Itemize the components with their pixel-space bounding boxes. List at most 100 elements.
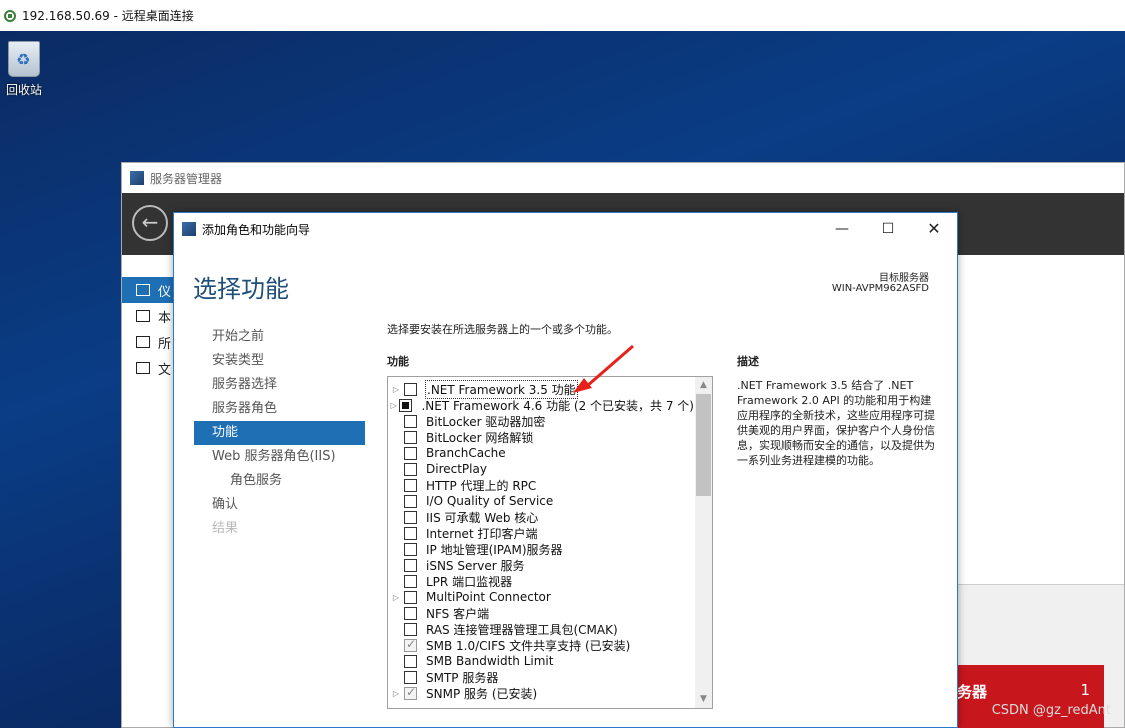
features-list[interactable]: ▷ SNMP 服务 (已安装)SMTP 服务器 SMB Bandwidth Limi… [387, 376, 713, 709]
target-server-label: 目标服务器 [879, 273, 929, 284]
feature-checkbox[interactable] [404, 637, 417, 652]
feature-label: .NET Framework 3.5 功能 [425, 379, 578, 399]
recycle-bin[interactable]: 回收站 [0, 39, 48, 98]
nav-item-local-server[interactable]: 本 [122, 303, 174, 329]
feature-row[interactable]: I/O Quality of Service [388, 493, 694, 509]
close-button[interactable]: ✕ [911, 213, 957, 245]
back-arrow-icon[interactable]: ← [132, 205, 168, 241]
maximize-button[interactable]: ☐ [865, 213, 911, 245]
feature-checkbox[interactable] [404, 478, 417, 492]
feature-row[interactable]: BitLocker 驱动器加密 [388, 413, 694, 429]
feature-row[interactable]: BranchCache [388, 445, 694, 461]
wizard-step[interactable]: 安装类型 [194, 349, 365, 373]
feature-row[interactable]: iSNS Server 服务 [388, 557, 694, 573]
feature-row[interactable]: ▷ SNMP 服务 (已安装) [388, 685, 694, 701]
feature-row[interactable]: BitLocker 网络解锁 [388, 429, 694, 445]
feature-row[interactable]: NFS 客户端 [388, 605, 694, 621]
feature-checkbox[interactable] [404, 590, 417, 604]
feature-row[interactable]: RAS 连接管理器管理工具包(CMAK) [388, 621, 694, 637]
expand-arrow-icon[interactable]: ▷ [388, 689, 404, 698]
remote-desktop-icon [4, 9, 16, 22]
features-scrollbar[interactable]: ▲ ▼ [695, 377, 712, 708]
feature-checkbox[interactable] [404, 446, 417, 460]
feature-label: BitLocker 网络解锁 [426, 430, 534, 445]
wizard-step[interactable]: Web 服务器角色(IIS) [194, 445, 365, 469]
feature-label: Internet 打印客户端 [426, 526, 538, 541]
feature-checkbox[interactable] [404, 670, 417, 684]
wizard-step[interactable]: 服务器角色 [194, 397, 365, 421]
feature-label: BitLocker 驱动器加密 [426, 414, 546, 429]
description-heading: 描述 [737, 355, 759, 368]
description-text: .NET Framework 3.5 结合了 .NET Framework 2.… [737, 379, 935, 467]
wizard-step[interactable]: 开始之前 [194, 325, 365, 349]
feature-checkbox[interactable] [404, 685, 417, 700]
dashboard-panel [958, 255, 1124, 585]
wizard-header: 选择功能 目标服务器 WIN-AVPM962ASFD [174, 245, 957, 305]
feature-row[interactable]: ▷ .NET Framework 4.6 功能 (2 个已安装，共 7 个) [388, 397, 694, 413]
feature-checkbox[interactable] [404, 558, 417, 572]
feature-checkbox[interactable] [404, 414, 417, 428]
feature-row[interactable]: Internet 打印客户端 [388, 525, 694, 541]
page-title: 选择功能 [193, 275, 289, 303]
feature-label: SMB 1.0/CIFS 文件共享支持 (已安装) [426, 638, 631, 653]
feature-row[interactable]: IP 地址管理(IPAM)服务器 [388, 541, 694, 557]
nav-item-dashboard[interactable]: 仪 [122, 277, 174, 303]
nav-item-all-servers[interactable]: 所 [122, 329, 174, 355]
feature-label: SMTP 服务器 [426, 670, 499, 685]
feature-row[interactable]: HTTP 代理上的 RPC [388, 477, 694, 493]
feature-checkbox[interactable] [404, 510, 417, 524]
servers-tile[interactable]: 务器 1 [957, 665, 1104, 728]
rdp-title-bar: 192.168.50.69 - 远程桌面连接 [0, 0, 1125, 31]
features-heading: 功能 [387, 355, 409, 368]
feature-label: IIS 可承载 Web 核心 [426, 510, 539, 525]
wizard-step[interactable]: 确认 [194, 493, 365, 517]
feature-checkbox[interactable] [404, 462, 417, 476]
feature-checkbox[interactable] [404, 526, 417, 540]
feature-checkbox[interactable] [404, 382, 417, 396]
feature-checkbox[interactable] [404, 542, 417, 556]
recycle-bin-label: 回收站 [5, 83, 42, 97]
feature-label: HTTP 代理上的 RPC [426, 478, 537, 493]
feature-checkbox[interactable] [399, 398, 413, 412]
minimize-button[interactable]: — [819, 213, 865, 245]
expand-arrow-icon[interactable]: ▷ [388, 593, 404, 602]
feature-label: iSNS Server 服务 [426, 558, 525, 573]
server-manager-icon [130, 171, 144, 185]
scroll-up-icon[interactable]: ▲ [695, 377, 712, 394]
servers-tile-label: 务器 [957, 683, 988, 701]
rdp-title: 192.168.50.69 - 远程桌面连接 [22, 9, 194, 23]
feature-row[interactable]: LPR 端口监视器 [388, 573, 694, 589]
wizard-step[interactable]: 功能 [194, 421, 365, 445]
feature-row[interactable]: ▷ MultiPoint Connector [388, 589, 694, 605]
feature-row[interactable]: SMTP 服务器 [388, 669, 694, 685]
feature-checkbox[interactable] [404, 494, 417, 508]
wizard-step: 结果 [212, 521, 239, 536]
wizard-icon [182, 222, 196, 236]
feature-checkbox[interactable] [404, 606, 417, 620]
feature-label: NFS 客户端 [426, 606, 490, 621]
expand-arrow-icon[interactable]: ▷ [388, 385, 404, 394]
feature-label: SMB Bandwidth Limit [426, 654, 554, 668]
feature-row[interactable]: SMB 1.0/CIFS 文件共享支持 (已安装) [388, 637, 694, 653]
feature-row[interactable]: DirectPlay [388, 461, 694, 477]
feature-row[interactable]: SMB Bandwidth Limit [388, 653, 694, 669]
scroll-down-icon[interactable]: ▼ [695, 691, 712, 708]
feature-label: BranchCache [426, 446, 506, 460]
feature-row[interactable]: IIS 可承载 Web 核心 [388, 509, 694, 525]
scroll-thumb[interactable] [696, 394, 711, 496]
feature-checkbox[interactable] [404, 430, 417, 444]
server-manager-nav: 仪 本 所 文 [122, 255, 174, 727]
nav-item-file-services[interactable]: 文 [122, 355, 174, 381]
feature-checkbox[interactable] [404, 622, 417, 636]
dashboard-icon [136, 284, 150, 296]
feature-row[interactable]: ▷ .NET Framework 3.5 功能 [388, 379, 694, 399]
add-roles-features-wizard: 添加角色和功能向导 — ☐ ✕ 选择功能 目标服务器 WIN-AVPM962AS… [173, 212, 958, 728]
wizard-step[interactable]: 服务器选择 [194, 373, 365, 397]
recycle-bin-icon [8, 41, 40, 77]
feature-checkbox[interactable] [404, 654, 417, 668]
feature-checkbox[interactable] [404, 574, 417, 588]
feature-label: LPR 端口监视器 [426, 574, 513, 589]
expand-arrow-icon[interactable]: ▷ [388, 401, 399, 410]
wizard-step[interactable]: 角色服务 [194, 469, 365, 493]
server-manager-titlebar: 服务器管理器 [122, 163, 1124, 193]
